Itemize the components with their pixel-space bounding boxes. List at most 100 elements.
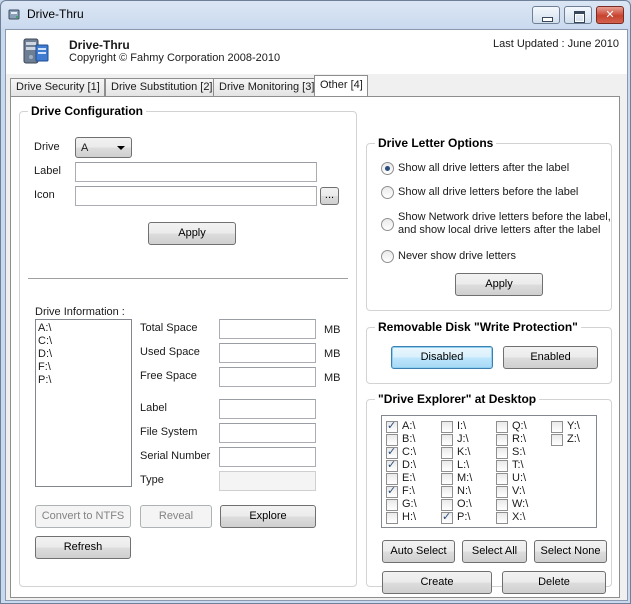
option-label: Q:\ <box>512 420 527 432</box>
drive-p-option[interactable]: P:\ <box>441 510 497 525</box>
chevron-down-icon <box>117 146 125 150</box>
drive-i-option[interactable]: I:\ <box>441 420 497 434</box>
drive-l-option[interactable]: L:\ <box>441 459 497 473</box>
create-button[interactable]: Create <box>382 571 492 594</box>
apply-letter-options-button[interactable]: Apply <box>455 273 543 296</box>
minimize-icon <box>533 7 559 23</box>
drive-x-option[interactable]: X:\ <box>496 511 552 525</box>
checkbox[interactable] <box>386 458 398 472</box>
drive-select[interactable]: A <box>75 137 132 158</box>
select-none-button[interactable]: Select None <box>534 540 607 563</box>
radio-network-before-local-after[interactable] <box>381 218 394 231</box>
checkbox[interactable] <box>386 484 398 498</box>
total-space-field <box>219 319 316 339</box>
apply-config-button[interactable]: Apply <box>148 222 236 245</box>
checkbox[interactable] <box>496 486 508 498</box>
drive-select-value: A <box>81 142 89 154</box>
close-icon <box>597 7 623 23</box>
icon-path-input[interactable] <box>75 186 317 206</box>
drive-r-option[interactable]: R:\ <box>496 433 552 447</box>
list-item[interactable]: A:\ <box>38 322 51 334</box>
drive-a-option[interactable]: A:\ <box>386 419 442 434</box>
checkbox[interactable] <box>551 434 563 446</box>
option-label: H:\ <box>402 511 417 523</box>
checkbox[interactable] <box>441 486 453 498</box>
explore-button[interactable]: Explore <box>220 505 316 528</box>
checkbox[interactable] <box>386 419 398 433</box>
drive-h-option[interactable]: H:\ <box>386 511 442 525</box>
tab-drive-security[interactable]: Drive Security [1] <box>10 78 105 96</box>
convert-to-ntfs-button[interactable]: Convert to NTFS <box>35 505 131 528</box>
tab-drive-substitution[interactable]: Drive Substitution [2] <box>105 78 218 96</box>
checkbox[interactable] <box>441 434 453 446</box>
group-title: Removable Disk "Write Protection" <box>375 320 581 334</box>
label-input[interactable] <box>75 162 317 182</box>
title-bar[interactable]: Drive-Thru <box>1 1 630 29</box>
drive-j-option[interactable]: J:\ <box>441 433 497 447</box>
checkbox[interactable] <box>496 499 508 511</box>
checkbox[interactable] <box>441 510 453 524</box>
refresh-button[interactable]: Refresh <box>35 536 131 559</box>
total-space-label: Total Space <box>140 322 198 334</box>
maximize-button[interactable] <box>564 6 592 24</box>
radio-after-label[interactable] <box>381 162 394 175</box>
drive-y-option[interactable]: Y:\ <box>551 420 607 434</box>
separator <box>28 278 348 280</box>
reveal-button[interactable]: Reveal <box>140 505 212 528</box>
list-item[interactable]: D:\ <box>38 348 52 360</box>
checkbox[interactable] <box>386 499 398 511</box>
checkbox[interactable] <box>496 421 508 433</box>
drive-g-option[interactable]: G:\ <box>386 498 442 512</box>
drive-d-option[interactable]: D:\ <box>386 458 442 473</box>
drive-z-option[interactable]: Z:\ <box>551 433 607 447</box>
checkbox[interactable] <box>496 447 508 459</box>
drive-v-option[interactable]: V:\ <box>496 485 552 499</box>
checkbox[interactable] <box>441 447 453 459</box>
drive-f-option[interactable]: F:\ <box>386 484 442 499</box>
drive-w-option[interactable]: W:\ <box>496 498 552 512</box>
window-title: Drive-Thru <box>27 7 84 21</box>
delete-button[interactable]: Delete <box>502 571 606 594</box>
auto-select-button[interactable]: Auto Select <box>382 540 455 563</box>
option-label: S:\ <box>512 446 526 458</box>
tab-drive-monitoring[interactable]: Drive Monitoring [3] <box>213 78 320 96</box>
write-protection-enabled-button[interactable]: Enabled <box>503 346 598 369</box>
drive-app-icon <box>8 9 20 20</box>
tab-other[interactable]: Other [4] <box>314 75 368 97</box>
label-label: Label <box>34 165 61 177</box>
drive-s-option[interactable]: S:\ <box>496 446 552 460</box>
drive-t-option[interactable]: T:\ <box>496 459 552 473</box>
checkbox[interactable] <box>441 421 453 433</box>
checkbox[interactable] <box>551 421 563 433</box>
drive-q-option[interactable]: Q:\ <box>496 420 552 434</box>
checkbox[interactable] <box>441 473 453 485</box>
select-all-button[interactable]: Select All <box>462 540 527 563</box>
radio-before-label[interactable] <box>381 186 394 199</box>
unit-label: MB <box>324 372 341 384</box>
drive-logo-icon <box>23 38 49 64</box>
drive-k-option[interactable]: K:\ <box>441 446 497 460</box>
checkbox[interactable] <box>386 512 398 524</box>
checkbox[interactable] <box>441 460 453 472</box>
drive-m-option[interactable]: M:\ <box>441 472 497 486</box>
write-protection-disabled-button[interactable]: Disabled <box>391 346 493 369</box>
drive-u-option[interactable]: U:\ <box>496 472 552 486</box>
drive-checkbox-panel: A:\ B:\ C:\ D:\ E:\ F:\ G:\ H:\ I:\ J:\ … <box>381 415 597 528</box>
browse-icon-button[interactable]: ... <box>320 187 339 205</box>
checkbox[interactable] <box>496 460 508 472</box>
minimize-button[interactable] <box>532 6 560 24</box>
list-item[interactable]: P:\ <box>38 374 51 386</box>
list-item[interactable]: F:\ <box>38 361 51 373</box>
drive-n-option[interactable]: N:\ <box>441 485 497 499</box>
drive-label-field <box>219 399 316 419</box>
checkbox[interactable] <box>496 473 508 485</box>
option-label: Show Network drive letters before the la… <box>398 211 611 223</box>
list-item[interactable]: C:\ <box>38 335 52 347</box>
checkbox[interactable] <box>496 512 508 524</box>
radio-never-show[interactable] <box>381 250 394 263</box>
drive-list[interactable]: A:\ C:\ D:\ F:\ P:\ <box>35 319 132 487</box>
close-button[interactable] <box>596 6 624 24</box>
option-label: Show all drive letters before the label <box>398 186 579 198</box>
checkbox[interactable] <box>496 434 508 446</box>
option-label: A:\ <box>402 420 416 432</box>
